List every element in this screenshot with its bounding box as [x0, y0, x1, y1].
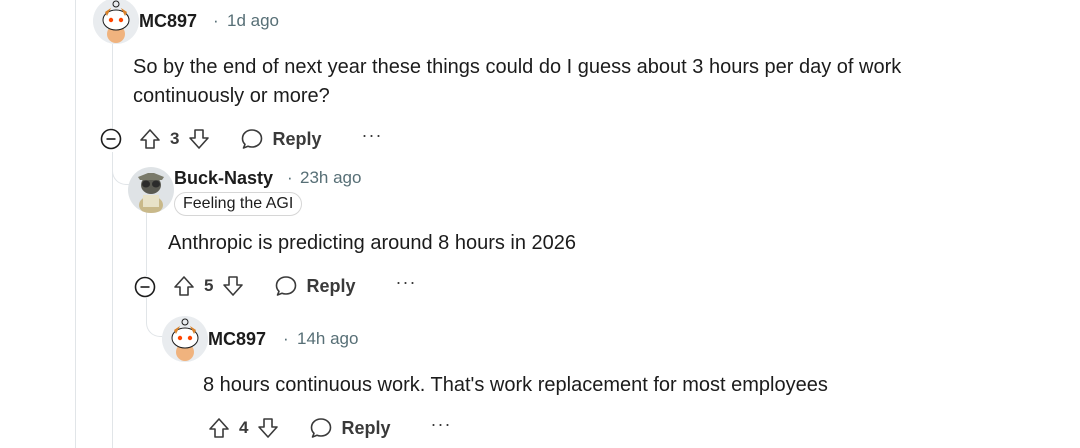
comment-actions: 4 Reply ···	[206, 413, 451, 443]
user-avatar-icon	[128, 167, 174, 213]
timestamp[interactable]: 14h ago	[297, 329, 358, 349]
reply-button[interactable]: Reply	[240, 127, 322, 151]
username[interactable]: MC897	[139, 11, 197, 32]
more-options-button[interactable]: ···	[396, 273, 417, 295]
vote-count: 3	[170, 129, 180, 148]
thread-line-root	[75, 0, 76, 448]
collapse-button[interactable]	[134, 276, 156, 298]
reply-label: Reply	[341, 417, 391, 438]
downvote-button[interactable]	[186, 126, 212, 152]
separator-dot: ·	[283, 329, 289, 348]
upvote-button[interactable]	[206, 415, 232, 441]
downvote-icon	[189, 129, 210, 149]
user-flair: Feeling the AGI	[174, 192, 303, 216]
separator-dot: ·	[287, 168, 293, 187]
more-options-button[interactable]: ···	[431, 415, 452, 437]
upvote-icon	[140, 129, 160, 149]
comment-body: 8 hours continuous work. That's work rep…	[203, 374, 828, 396]
timestamp[interactable]: 23h ago	[300, 168, 361, 188]
snoo-avatar-icon	[162, 316, 208, 362]
vote-count: 4	[239, 418, 249, 437]
comment-body: So by the end of next year these things …	[133, 56, 902, 107]
thread-connector-1	[112, 160, 131, 185]
timestamp[interactable]: 1d ago	[227, 11, 279, 31]
collapse-button[interactable]	[100, 128, 122, 150]
upvote-button[interactable]	[137, 126, 163, 152]
downvote-button[interactable]	[255, 415, 281, 441]
collapse-icon	[134, 276, 156, 298]
reply-label: Reply	[272, 128, 322, 149]
thread-line-comment-1-children	[112, 152, 113, 448]
downvote-icon	[223, 276, 244, 296]
avatar[interactable]	[162, 316, 208, 362]
thread-line-comment-2	[146, 212, 147, 276]
vote-count: 5	[204, 276, 214, 295]
reply-button[interactable]: Reply	[309, 416, 391, 440]
upvote-button[interactable]	[171, 273, 197, 299]
avatar[interactable]	[128, 167, 174, 213]
comment-actions: 3 Reply ···	[137, 124, 382, 154]
username[interactable]: MC897	[208, 329, 266, 350]
reply-icon	[242, 129, 263, 149]
downvote-button[interactable]	[220, 273, 246, 299]
separator-dot: ·	[213, 11, 219, 30]
thread-line-comment-1	[112, 44, 113, 129]
username[interactable]: Buck-Nasty	[174, 168, 273, 189]
reply-icon	[311, 418, 332, 438]
snoo-avatar-icon	[93, 0, 139, 44]
downvote-icon	[258, 418, 279, 438]
collapse-icon	[100, 128, 122, 150]
upvote-icon	[209, 418, 229, 438]
reply-icon	[276, 276, 297, 296]
avatar[interactable]	[93, 0, 139, 44]
comment-body: Anthropic is predicting around 8 hours i…	[168, 232, 577, 254]
comment-actions: 5 Reply ···	[171, 271, 416, 301]
more-options-button[interactable]: ···	[362, 126, 383, 148]
reply-label: Reply	[306, 275, 356, 296]
reply-button[interactable]: Reply	[274, 274, 356, 298]
upvote-icon	[174, 276, 194, 296]
